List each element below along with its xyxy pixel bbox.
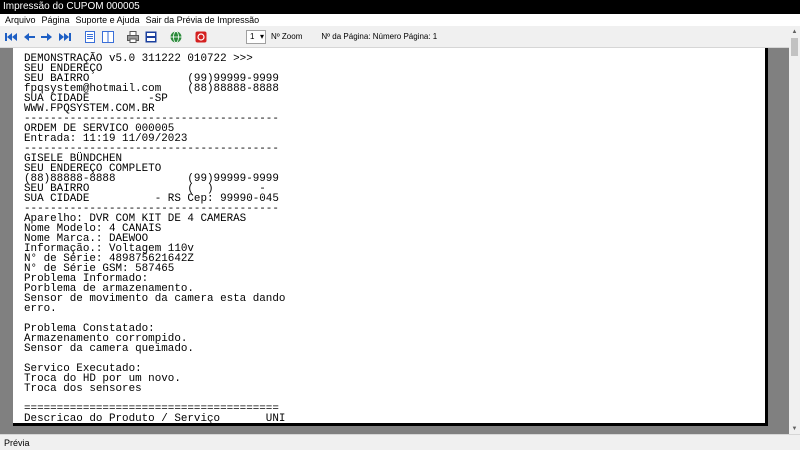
scroll-thumb[interactable] — [791, 38, 798, 56]
printer-icon — [127, 30, 139, 43]
receipt-line: Sensor de movimento da camera esta dando — [24, 293, 286, 305]
toolbar: 1 ▾ Nº Zoom Nº da Página: Número Página:… — [0, 26, 800, 48]
receipt-line: Quantia Valor Vlr Total — [24, 424, 285, 426]
first-page-icon — [5, 32, 17, 41]
scroll-up-icon[interactable]: ▲ — [789, 26, 800, 37]
pages-icon — [102, 30, 114, 43]
prev-page-button[interactable] — [21, 29, 37, 45]
receipt-line: Sensor da camera queimado. — [24, 343, 194, 355]
menu-suporte[interactable]: Suporte e Ajuda — [73, 14, 143, 26]
prev-page-icon — [24, 32, 35, 41]
next-page-button[interactable] — [39, 29, 55, 45]
window-title: Impressão do CUPOM 000005 — [0, 0, 800, 14]
menu-arquivo[interactable]: Arquivo — [2, 14, 39, 26]
close-preview-button[interactable] — [193, 29, 209, 45]
preview-area[interactable]: DEMONSTRAÇÃO v5.0 311222 010722 >>> SEU E… — [0, 48, 789, 434]
print-setup-button[interactable] — [125, 29, 141, 45]
next-page-icon — [41, 32, 52, 41]
zoom-select[interactable]: 1 ▾ — [246, 29, 266, 44]
print-button[interactable] — [143, 29, 159, 45]
page-icon — [85, 30, 95, 43]
zoom-label: Nº Zoom — [271, 32, 303, 41]
status-bar: Prévia — [0, 434, 800, 450]
close-icon — [195, 31, 207, 42]
globe-icon — [170, 30, 182, 43]
scroll-down-icon[interactable]: ▼ — [789, 423, 800, 434]
menu-pagina[interactable]: Página — [39, 14, 73, 26]
receipt-line: erro. — [24, 303, 57, 315]
receipt-text: DEMONSTRAÇÃO v5.0 311222 010722 >>> SEU E… — [24, 54, 286, 426]
chevron-down-icon: ▾ — [259, 31, 264, 41]
first-page-button[interactable] — [3, 29, 19, 45]
two-pages-button[interactable] — [100, 29, 116, 45]
receipt-line: Troca dos sensores — [24, 383, 142, 395]
print-page: DEMONSTRAÇÃO v5.0 311222 010722 >>> SEU E… — [13, 48, 768, 426]
zoom-value: 1 — [250, 31, 255, 41]
menu-bar: Arquivo Página Suporte e Ajuda Sair da P… — [0, 14, 800, 26]
page-number-label: Nº da Página: Número Página: 1 — [321, 32, 438, 41]
one-page-button[interactable] — [82, 29, 98, 45]
menu-sair-previa[interactable]: Sair da Prévia de Impressão — [143, 14, 263, 26]
export-button[interactable] — [168, 29, 184, 45]
print-icon — [145, 31, 157, 42]
last-page-icon — [59, 32, 71, 41]
last-page-button[interactable] — [57, 29, 73, 45]
vertical-scrollbar[interactable]: ▲ ▼ — [789, 26, 800, 434]
